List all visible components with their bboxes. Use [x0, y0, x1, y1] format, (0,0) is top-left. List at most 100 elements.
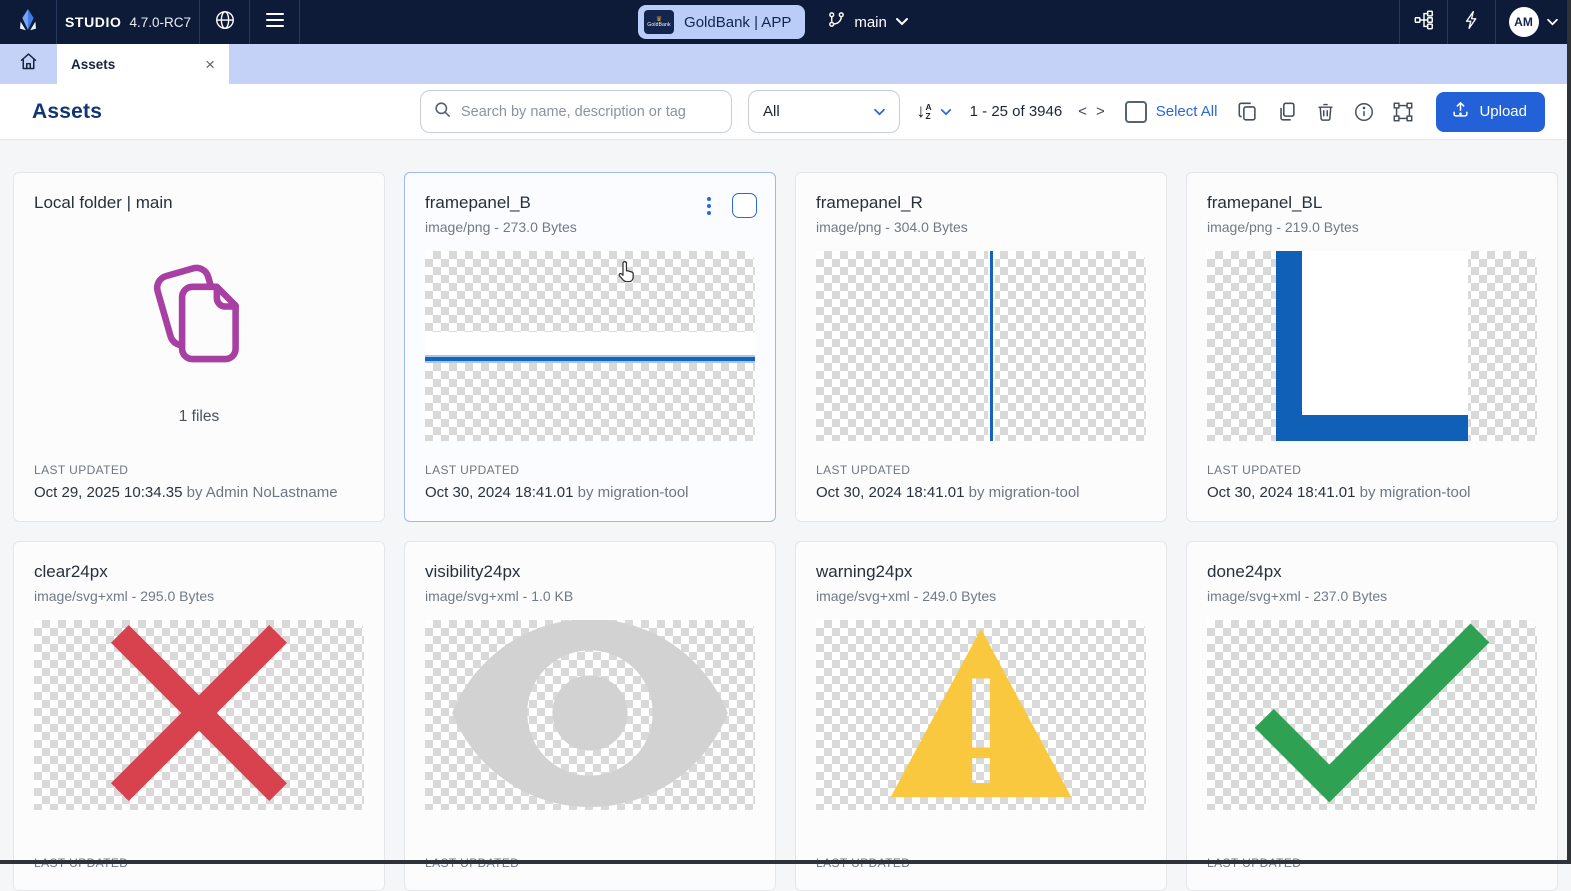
asset-meta: image/png - 219.0 Bytes [1207, 219, 1537, 235]
card-footer: LAST UPDATED Oct 29, 2025 10:34.35 by Ad… [34, 463, 364, 501]
card-visibility24px[interactable]: visibility24px image/svg+xml - 1.0 KB LA… [404, 541, 776, 891]
studio-logo-icon [15, 7, 41, 38]
pagination-range: 1 - 25 of 3946 [970, 103, 1063, 120]
last-updated-label: LAST UPDATED [425, 463, 755, 477]
updated-date: Oct 30, 2024 18:41.01 [1207, 484, 1355, 501]
globe-icon [214, 9, 236, 36]
quick-actions-button[interactable] [1447, 0, 1495, 44]
card-footer: LAST UPDATED Oct 30, 2024 18:41.01 by mi… [1207, 463, 1537, 501]
asset-title: visibility24px [425, 562, 755, 582]
filter-value: All [763, 103, 780, 120]
duplicate-icon[interactable] [1276, 101, 1298, 123]
asset-preview [34, 620, 364, 810]
window-edge [1567, 0, 1571, 864]
app-header: STUDIO 4.7.0-RC7 ♛ GoldBank GoldBank | A… [0, 0, 1571, 44]
product-version: 4.7.0-RC7 [129, 15, 191, 30]
asset-meta: image/svg+xml - 1.0 KB [425, 588, 755, 604]
app-switcher-pill[interactable]: ♛ GoldBank GoldBank | APP [638, 5, 805, 39]
asset-preview [425, 620, 755, 810]
workflow-button[interactable] [1399, 0, 1447, 44]
asset-grid: Local folder | main 1 files LAST UPDATED… [13, 172, 1558, 891]
tab-strip: Assets × [0, 44, 1571, 84]
asset-preview [1207, 620, 1537, 810]
home-tab[interactable] [0, 44, 57, 84]
branch-name: main [854, 14, 887, 31]
red-x-icon [101, 620, 297, 810]
last-updated-label: LAST UPDATED [34, 463, 364, 477]
copy-icon[interactable] [1237, 101, 1259, 123]
window-edge [0, 860, 1571, 864]
updated-date: Oct 29, 2025 10:34.35 [34, 484, 182, 501]
folder-preview: 1 files [34, 213, 364, 463]
folder-file-count: 1 files [179, 408, 220, 426]
upload-button[interactable]: Upload [1436, 92, 1545, 132]
card-clear24px[interactable]: clear24px image/svg+xml - 295.0 Bytes LA… [13, 541, 385, 891]
asset-meta: image/png - 304.0 Bytes [816, 219, 1146, 235]
select-all-group: Select All [1125, 101, 1218, 123]
app-switcher-label: GoldBank | APP [684, 14, 791, 31]
close-tab-icon[interactable]: × [205, 56, 215, 73]
updated-by: by migration-tool [969, 484, 1080, 501]
asset-meta: image/svg+xml - 249.0 Bytes [816, 588, 1146, 604]
card-local-folder[interactable]: Local folder | main 1 files LAST UPDATED… [13, 172, 385, 522]
search-box[interactable] [420, 90, 732, 133]
app-logo[interactable] [0, 0, 57, 44]
info-icon[interactable] [1353, 101, 1375, 123]
last-updated-label: LAST UPDATED [1207, 463, 1537, 477]
card-select-checkbox[interactable] [732, 193, 757, 218]
next-page-button[interactable]: > [1096, 103, 1105, 120]
card-framepanel-BL[interactable]: framepanel_BL image/png - 219.0 Bytes LA… [1186, 172, 1558, 522]
sort-control[interactable]: ↓ AZ [916, 102, 952, 121]
lightning-bolt-icon [1462, 9, 1482, 36]
updated-by: by migration-tool [578, 484, 689, 501]
node-tree-icon [1413, 9, 1435, 36]
tab-label: Assets [71, 57, 115, 72]
updated-date: Oct 30, 2024 18:41.01 [816, 484, 964, 501]
pager: < > [1078, 103, 1105, 120]
select-all-label[interactable]: Select All [1156, 103, 1218, 120]
asset-meta: image/svg+xml - 237.0 Bytes [1207, 588, 1537, 604]
select-frame-icon[interactable] [1392, 101, 1414, 123]
search-icon [433, 100, 452, 124]
green-check-icon [1252, 621, 1492, 810]
search-input[interactable] [461, 104, 719, 120]
select-all-checkbox[interactable] [1125, 101, 1147, 123]
delete-icon[interactable] [1315, 101, 1336, 123]
asset-title: framepanel_BL [1207, 193, 1537, 213]
card-framepanel-R[interactable]: framepanel_R image/png - 304.0 Bytes LAS… [795, 172, 1167, 522]
avatar: AM [1509, 7, 1539, 37]
main-menu-button[interactable] [250, 0, 300, 44]
card-framepanel-B[interactable]: framepanel_B image/png - 273.0 Bytes LAS… [404, 172, 776, 522]
chevron-down-icon [895, 13, 909, 31]
kebab-menu-icon[interactable] [703, 195, 715, 217]
updated-by: by Admin NoLastname [187, 484, 338, 501]
goldbank-logo-icon: ♛ GoldBank [644, 10, 674, 34]
language-button[interactable] [200, 0, 250, 44]
chevron-down-icon [940, 103, 952, 121]
asset-title: framepanel_R [816, 193, 1146, 213]
hamburger-menu-icon [265, 12, 285, 33]
corner-frame-graphic [1276, 251, 1467, 441]
bulk-action-icons [1237, 101, 1414, 123]
branch-selector[interactable]: main [827, 10, 909, 34]
card-done24px[interactable]: done24px image/svg+xml - 237.0 Bytes LAS… [1186, 541, 1558, 891]
asset-preview [425, 251, 755, 441]
card-footer: LAST UPDATED Oct 30, 2024 18:41.01 by mi… [816, 463, 1146, 501]
sort-az-icon: ↓ AZ [916, 102, 932, 121]
last-updated-label: LAST UPDATED [816, 463, 1146, 477]
prev-page-button[interactable]: < [1078, 103, 1087, 120]
filter-select[interactable]: All [748, 90, 900, 133]
home-icon [18, 51, 39, 77]
blue-vertical-line [990, 251, 993, 441]
user-menu[interactable]: AM [1495, 0, 1571, 44]
documents-icon [138, 251, 260, 382]
card-warning24px[interactable]: warning24px image/svg+xml - 249.0 Bytes … [795, 541, 1167, 891]
page-title: Assets [32, 100, 102, 124]
tab-assets[interactable]: Assets × [57, 44, 229, 84]
eye-icon [449, 620, 731, 810]
upload-icon [1451, 100, 1470, 123]
chevron-down-icon [873, 103, 886, 120]
card-footer: LAST UPDATED Oct 30, 2024 18:41.01 by mi… [425, 463, 755, 501]
product-name: STUDIO [65, 14, 122, 30]
asset-title: warning24px [816, 562, 1146, 582]
